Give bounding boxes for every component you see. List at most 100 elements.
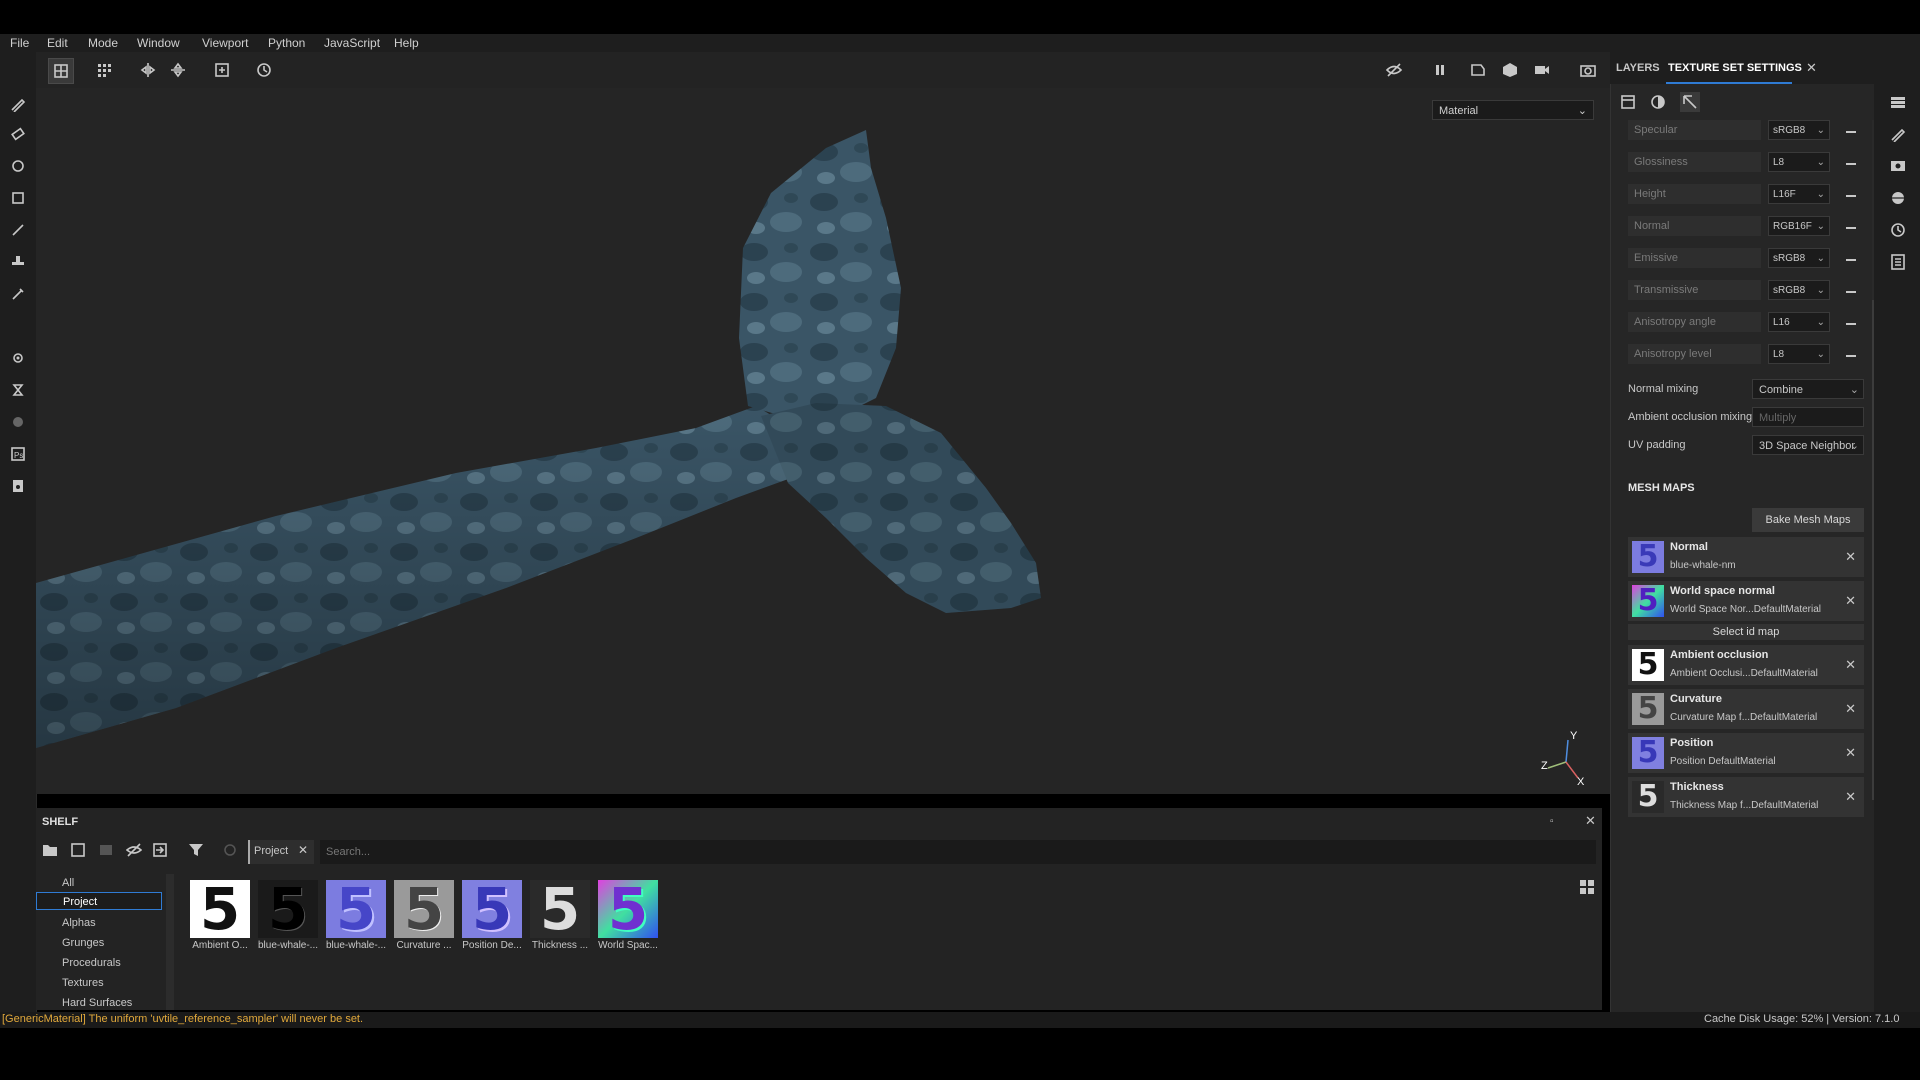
channel-format-select[interactable]: RGB16F ⌄: [1768, 216, 1830, 236]
menu-help[interactable]: Help: [394, 34, 419, 52]
paint-brush-icon[interactable]: [8, 94, 28, 114]
channel-glossiness[interactable]: Glossiness: [1628, 152, 1761, 172]
normal-mixing-select[interactable]: Combine ⌄: [1752, 379, 1864, 399]
remove-map-icon[interactable]: ✕: [1845, 789, 1856, 805]
mesh-map-position[interactable]: 5 Position Position DefaultMaterial ✕: [1628, 733, 1864, 773]
channel-format-select[interactable]: sRGB8 ⌄: [1768, 280, 1830, 300]
smudge-icon[interactable]: [8, 220, 28, 240]
texture-set-icon[interactable]: [1620, 94, 1636, 110]
mirror-y-icon[interactable]: [166, 58, 190, 82]
color-picker-icon[interactable]: [8, 284, 28, 304]
mirror-x-icon[interactable]: [136, 58, 160, 82]
display-settings-icon[interactable]: [1890, 158, 1906, 174]
channel-format-select[interactable]: L8 ⌄: [1768, 152, 1830, 172]
menu-javascript[interactable]: JavaScript: [324, 34, 380, 52]
mesh-map-thickness[interactable]: 5 Thickness Thickness Map f...DefaultMat…: [1628, 777, 1864, 817]
shelf-item-thumbnail[interactable]: 5: [462, 880, 522, 938]
shelf-item-thumbnail[interactable]: 5: [394, 880, 454, 938]
channel-format-select[interactable]: sRGB8 ⌄: [1768, 248, 1830, 268]
shelf-search-input[interactable]: Search...: [320, 840, 1596, 864]
mesh-map-ambient-occlusion[interactable]: 5 Ambient occlusion Ambient Occlusi...De…: [1628, 645, 1864, 685]
category-hard-surfaces[interactable]: Hard Surfaces: [36, 994, 162, 1012]
menu-window[interactable]: Window: [137, 34, 180, 52]
channel-transmissive[interactable]: Transmissive: [1628, 280, 1761, 300]
history-icon[interactable]: [1890, 222, 1906, 238]
mesh-map-normal[interactable]: 5 Normal blue-whale-nm ✕: [1628, 537, 1864, 577]
tab-texture-set-settings[interactable]: TEXTURE SET SETTINGS: [1668, 62, 1802, 74]
uv-grid-icon[interactable]: [92, 58, 116, 82]
select-id-map-button[interactable]: Select id map: [1628, 624, 1864, 640]
maximize-icon[interactable]: ▫: [1550, 816, 1554, 827]
channel-anisotropy-angle[interactable]: Anisotropy angle: [1628, 312, 1761, 332]
ao-mixing-select[interactable]: Multiply: [1752, 407, 1864, 427]
channel-anisotropy-level[interactable]: Anisotropy level: [1628, 344, 1761, 364]
bake-mesh-maps-button[interactable]: Bake Mesh Maps: [1752, 508, 1864, 532]
channel-normal[interactable]: Normal: [1628, 216, 1761, 236]
remove-channel-icon[interactable]: [1846, 195, 1856, 197]
log-icon[interactable]: [1890, 254, 1906, 270]
material-ball-icon[interactable]: [8, 412, 28, 432]
new-file-icon[interactable]: [70, 842, 86, 858]
environment-icon[interactable]: [1890, 190, 1906, 206]
export-icon[interactable]: [8, 476, 28, 496]
mesh-map-curvature[interactable]: 5 Curvature Curvature Map f...DefaultMat…: [1628, 689, 1864, 729]
remove-map-icon[interactable]: ✕: [1845, 657, 1856, 673]
category-project[interactable]: Project: [36, 892, 162, 910]
remove-channel-icon[interactable]: [1846, 259, 1856, 261]
viewport-channel-select[interactable]: Material ⌄: [1432, 100, 1594, 120]
menu-viewport[interactable]: Viewport: [202, 34, 248, 52]
remove-map-icon[interactable]: ✕: [1845, 745, 1856, 761]
channel-format-select[interactable]: L16 ⌄: [1768, 312, 1830, 332]
grid-layout-icon[interactable]: [1580, 880, 1594, 894]
menu-python[interactable]: Python: [268, 34, 305, 52]
shelf-item-thumbnail[interactable]: 5: [530, 880, 590, 938]
uv-padding-select[interactable]: 3D Space Neighbor ⌄: [1752, 435, 1864, 455]
remove-map-icon[interactable]: ✕: [1845, 701, 1856, 717]
hide-icon[interactable]: [125, 842, 143, 858]
category-grunges[interactable]: Grunges: [36, 934, 162, 952]
filter-icon[interactable]: [188, 842, 204, 858]
remove-map-icon[interactable]: ✕: [1845, 593, 1856, 609]
remove-channel-icon[interactable]: [1846, 227, 1856, 229]
close-shelf-icon[interactable]: ✕: [1585, 813, 1596, 829]
remove-channel-icon[interactable]: [1846, 355, 1856, 357]
remove-channel-icon[interactable]: [1846, 131, 1856, 133]
add-frame-icon[interactable]: [210, 58, 234, 82]
filter-chip-project[interactable]: Project ✕: [248, 840, 314, 864]
remove-map-icon[interactable]: ✕: [1845, 549, 1856, 565]
screenshot-camera-icon[interactable]: [1576, 58, 1600, 82]
channel-format-select[interactable]: L16F ⌄: [1768, 184, 1830, 204]
projection-icon[interactable]: [8, 156, 28, 176]
history-icon[interactable]: [252, 58, 276, 82]
shelf-item-thumbnail[interactable]: 5: [190, 880, 250, 938]
channel-emissive[interactable]: Emissive: [1628, 248, 1761, 268]
channel-specular[interactable]: Specular: [1628, 120, 1761, 140]
photoshop-icon[interactable]: Ps: [8, 444, 28, 464]
material-sphere-icon[interactable]: [1650, 94, 1666, 110]
shelf-item-thumbnail[interactable]: 5: [258, 880, 318, 938]
view-3d-icon[interactable]: [1498, 58, 1522, 82]
grid-view-icon[interactable]: [48, 58, 74, 84]
mesh-maps-icon[interactable]: [1680, 92, 1700, 112]
category-textures[interactable]: Textures: [36, 974, 162, 992]
close-tab-icon[interactable]: ✕: [1806, 60, 1817, 76]
menu-file[interactable]: File: [10, 34, 29, 52]
properties-dock-icon[interactable]: [1890, 126, 1906, 143]
mesh-map-world-space-normal[interactable]: 5 World space normal World Space Nor...D…: [1628, 581, 1864, 621]
menu-edit[interactable]: Edit: [47, 34, 68, 52]
channel-format-select[interactable]: sRGB8 ⌄: [1768, 120, 1830, 140]
pause-icon[interactable]: [1428, 58, 1452, 82]
shelf-item-thumbnail[interactable]: 5: [598, 880, 658, 938]
settings-icon[interactable]: [8, 348, 28, 368]
clone-stamp-icon[interactable]: [8, 252, 28, 272]
category-all[interactable]: All: [36, 874, 162, 892]
library-icon[interactable]: [98, 842, 114, 858]
camera-video-icon[interactable]: [1530, 58, 1554, 82]
category-scrollbar[interactable]: [166, 874, 174, 1010]
channel-format-select[interactable]: L8 ⌄: [1768, 344, 1830, 364]
shelf-item-thumbnail[interactable]: 5: [326, 880, 386, 938]
channel-height[interactable]: Height: [1628, 184, 1761, 204]
remove-channel-icon[interactable]: [1846, 291, 1856, 293]
remove-channel-icon[interactable]: [1846, 163, 1856, 165]
category-procedurals[interactable]: Procedurals: [36, 954, 162, 972]
